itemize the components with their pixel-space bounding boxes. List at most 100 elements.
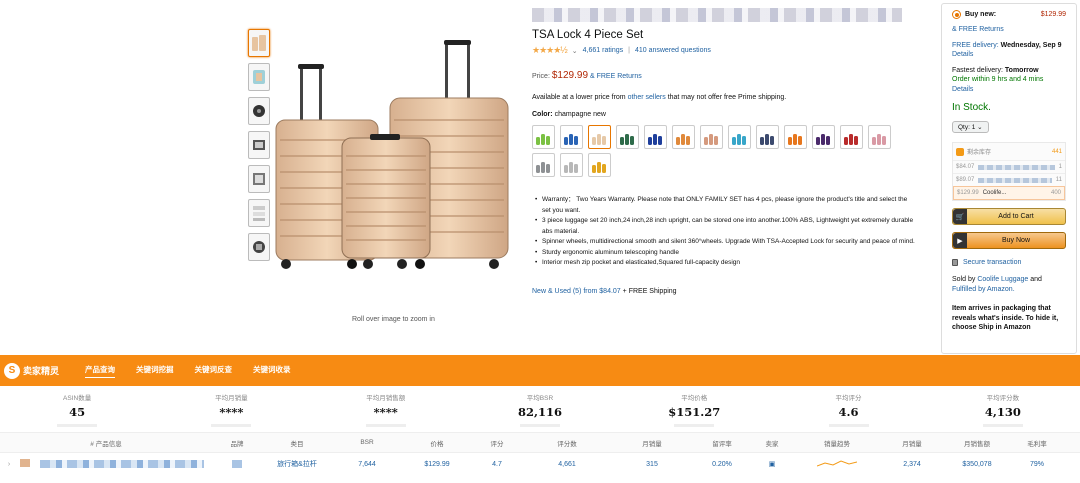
color-swatch[interactable] [588, 125, 611, 149]
tab-product-query[interactable]: 产品查询 [85, 364, 116, 378]
buy-new-row[interactable]: Buy new: $129.99 [952, 10, 1066, 19]
thumbnail-7[interactable] [248, 233, 270, 261]
feature-bullet: Interior mesh zip pocket and elasticated… [535, 258, 915, 269]
buybox-free-returns[interactable]: & FREE Returns [952, 25, 1066, 35]
color-swatch[interactable] [560, 125, 583, 149]
color-swatch[interactable] [756, 125, 779, 149]
thumbnail-4[interactable] [248, 131, 270, 159]
buy-now-button[interactable]: ▶ Buy Now [952, 232, 1066, 249]
color-swatch[interactable] [784, 125, 807, 149]
tab-keyword-index[interactable]: 关键词收录 [253, 364, 291, 377]
sold-by-prefix: Sold by [952, 276, 976, 283]
star-rating-icon[interactable]: ★★★★½ [532, 45, 568, 56]
column-header[interactable]: 留评率 [692, 438, 752, 448]
color-swatch[interactable] [616, 125, 639, 149]
chevron-down-icon[interactable]: ⌄ [572, 47, 578, 55]
plugin-logo: S 卖家精灵 [4, 362, 59, 379]
column-header[interactable]: 价格 [402, 438, 472, 448]
seller-price: $129.99 [957, 190, 979, 196]
logo-icon: S [4, 362, 20, 379]
rating-cell: 4.7 [492, 460, 502, 468]
tab-keyword-reverse[interactable]: 关键词反查 [195, 364, 233, 377]
stat-value: $151.27 [668, 405, 721, 419]
product-image[interactable] [272, 38, 517, 273]
color-swatch[interactable] [840, 125, 863, 149]
free-returns-link[interactable]: & FREE Returns [590, 73, 642, 80]
stat-value: 82,116 [517, 405, 562, 419]
thumbnail-1[interactable] [248, 29, 270, 57]
column-header[interactable]: 卖家 [752, 438, 792, 448]
column-header[interactable]: 类目 [262, 438, 332, 448]
color-swatch[interactable] [532, 153, 555, 177]
buy-box: Buy new: $129.99 & FREE Returns FREE del… [941, 3, 1077, 354]
column-header[interactable]: 评分 [472, 438, 522, 448]
stat-card: 平均评分数 4,130 [926, 386, 1080, 432]
color-value: champagne new [554, 111, 606, 118]
stat-value: 4,130 [984, 405, 1021, 419]
table-row[interactable]: › 旅行箱&拉杆 7,644 $129.99 4.7 4,661 315 0.2… [0, 453, 1080, 475]
secure-transaction[interactable]: Secure transaction [952, 259, 1066, 266]
answered-questions-link[interactable]: 410 answered questions [635, 47, 711, 54]
color-swatch[interactable] [672, 125, 695, 149]
review-rate-cell: 0.20% [712, 460, 732, 468]
column-header[interactable]: 销量趋势 [792, 438, 882, 448]
category-cell[interactable]: 旅行箱&拉杆 [262, 459, 332, 469]
column-header[interactable]: 月销量 [882, 438, 942, 448]
column-header[interactable]: 品牌 [212, 438, 262, 448]
column-header[interactable]: 毛利率 [1012, 438, 1062, 448]
column-header[interactable]: 月销量 [612, 438, 692, 448]
column-header[interactable]: 月销售额 [942, 438, 1012, 448]
color-swatch[interactable] [588, 153, 611, 177]
new-used-link[interactable]: New & Used (5) from $84.07 [532, 288, 621, 295]
luggage-icon [872, 132, 887, 145]
color-swatch[interactable] [700, 125, 723, 149]
tab-keyword-mining[interactable]: 关键词挖掘 [136, 364, 174, 377]
sold-by-link[interactable]: Coolife Luggage [977, 276, 1028, 283]
delivery-details-link[interactable]: Details [952, 51, 973, 58]
color-swatch[interactable] [532, 125, 555, 149]
seller-row-selected[interactable]: $129.99 Coolife... 400 [953, 186, 1065, 200]
stat-card: 平均月销量 **** [154, 386, 308, 432]
sold-by-line: Sold by Coolife Luggage and Fulfilled by… [952, 275, 1066, 294]
column-header[interactable]: # 产品信息 [0, 438, 212, 448]
seller-row[interactable]: $89.07 11 [953, 173, 1065, 186]
title-area: TSA Lock 4 Piece Set ★★★★½ ⌄ 4,661 ratin… [532, 8, 932, 56]
add-to-cart-label: Add to Cart [998, 213, 1034, 220]
thumbnail-6[interactable] [248, 199, 270, 227]
expand-icon[interactable]: › [0, 461, 18, 468]
column-header[interactable]: BSR [332, 439, 402, 446]
radio-selected-icon[interactable] [952, 10, 961, 19]
thumbnail-3[interactable] [248, 97, 270, 125]
quantity-value: Qty: 1 [958, 124, 976, 131]
luggage-icon [536, 160, 551, 173]
zoom-hint: Roll over image to zoom in [352, 316, 435, 323]
ratings-link[interactable]: 4,661 ratings [583, 47, 623, 54]
seller-icon[interactable]: ▣ [752, 460, 792, 468]
brand-line-blurred [532, 8, 902, 22]
seller-row[interactable]: $84.07 1 [953, 160, 1065, 173]
feature-bullet: 3 piece luggage set 20 inch,24 inch,28 i… [535, 216, 915, 237]
color-swatch[interactable] [560, 153, 583, 177]
plugin-toolbar: S 卖家精灵 产品查询 关键词挖掘 关键词反查 关键词收录 [0, 355, 1080, 386]
new-used-line: New & Used (5) from $84.07 + FREE Shippi… [532, 288, 677, 295]
buy-now-label: Buy Now [1001, 237, 1030, 244]
color-swatch[interactable] [812, 125, 835, 149]
other-sellers-link[interactable]: other sellers [628, 94, 666, 101]
fulfilled-by-link[interactable]: Fulfilled by Amazon. [952, 286, 1015, 293]
column-header[interactable]: 评分数 [522, 438, 612, 448]
thumbnail-strip [248, 29, 272, 267]
fastest-details-link[interactable]: Details [952, 86, 973, 93]
color-swatch[interactable] [644, 125, 667, 149]
stat-label: 平均价格 [681, 395, 708, 402]
feature-bullet: Spinner wheels, multidirectional smooth … [535, 237, 915, 248]
thumbnail-5[interactable] [248, 165, 270, 193]
free-delivery-label[interactable]: FREE delivery: [952, 42, 999, 49]
product-info-blurred[interactable] [32, 460, 212, 468]
fastest-day: Tomorrow [1004, 66, 1039, 74]
add-to-cart-button[interactable]: 🛒 Add to Cart [952, 208, 1066, 225]
color-swatch[interactable] [868, 125, 891, 149]
color-swatch[interactable] [728, 125, 751, 149]
brand-blurred [212, 460, 262, 468]
thumbnail-2[interactable] [248, 63, 270, 91]
quantity-select[interactable]: Qty: 1 ⌄ [952, 121, 989, 133]
